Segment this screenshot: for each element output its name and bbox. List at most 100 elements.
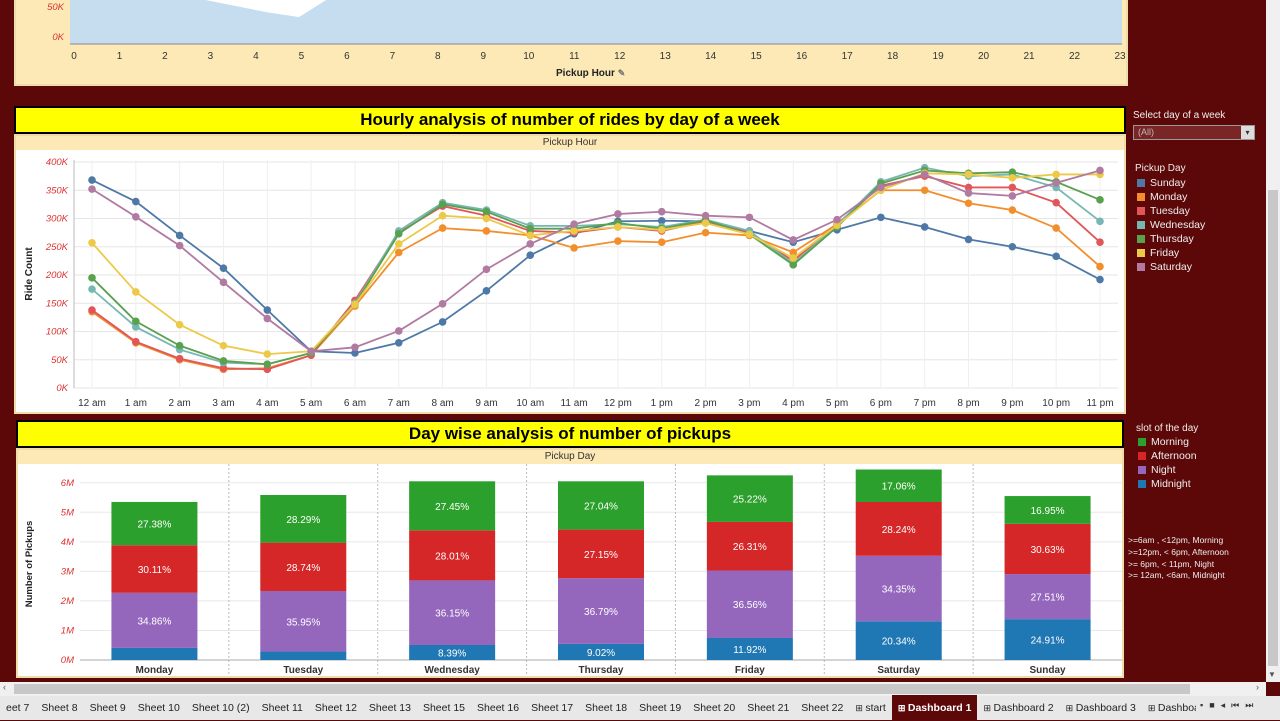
y-tick-label: 0K (56, 383, 68, 394)
pickup-day-legend-title: Pickup Day (1135, 163, 1186, 174)
scroll-left-arrow-icon[interactable]: ‹ (3, 682, 6, 692)
legend-label: Thursday (1150, 233, 1194, 245)
sheet-tab[interactable]: Sheet 17 (525, 695, 579, 721)
legend-item-saturday[interactable]: Saturday (1137, 260, 1205, 274)
bar-data-label: 36.15% (435, 609, 469, 620)
bar-data-label: 36.56% (733, 600, 767, 611)
sheet-tab[interactable]: Sheet 18 (579, 695, 633, 721)
x-tick-label: 11 pm (1086, 398, 1113, 409)
bar-data-label: 30.63% (1031, 545, 1065, 556)
sheet-tab[interactable]: ⊞ start (849, 695, 891, 721)
sheet-tab[interactable]: Sheet 15 (417, 695, 471, 721)
top-xtick: 16 (796, 51, 808, 62)
first-tab-icon[interactable]: ⏮ (1231, 700, 1239, 711)
data-point-monday (570, 244, 578, 252)
sheet-tab[interactable]: Sheet 12 (309, 695, 363, 721)
legend-item-monday[interactable]: Monday (1137, 190, 1205, 204)
top-xtick: 5 (299, 51, 305, 62)
legend-item-afternoon[interactable]: Afternoon (1138, 449, 1197, 463)
y-tick-label: 1M (61, 625, 74, 636)
data-point-saturday (1096, 166, 1104, 175)
horizontal-scrollbar[interactable]: ‹ › (0, 682, 1266, 696)
legend-item-wednesday[interactable]: Wednesday (1137, 218, 1205, 232)
sheet-tab[interactable]: Sheet 10 (2) (186, 695, 256, 721)
sheet-tab-label: Sheet 12 (314, 702, 357, 714)
daywise-stacked-bar-chart: 6M 5M 4M 3M 2M 1M 0M Number of Pickups 34.86% 30.… (24, 464, 1122, 676)
top-xtick: 19 (933, 51, 945, 62)
legend-item-tuesday[interactable]: Tuesday (1137, 204, 1205, 218)
prev-tab-icon[interactable]: ◂ (1221, 700, 1226, 711)
y-axis-title: Ride Count (24, 247, 35, 301)
chevron-down-icon[interactable]: ▾ (1241, 126, 1254, 139)
sheet-tab[interactable]: Sheet 13 (363, 695, 417, 721)
scroll-right-arrow-icon[interactable]: › (1256, 682, 1259, 692)
slot-note: >= 12am, <6am, Midnight (1128, 570, 1225, 581)
legend-swatch (1138, 480, 1146, 488)
data-point-sunday (1008, 242, 1017, 251)
sheet-tab[interactable]: eet 7 (0, 695, 35, 721)
sheet-tab[interactable]: ⊞ Dashboard 1 (891, 695, 978, 721)
sheet-tab[interactable]: ⊞ Dashboard 2 (977, 695, 1059, 721)
sheet-tab[interactable]: Sheet 11 (256, 695, 309, 721)
x-tick-label: 1 pm (651, 398, 673, 409)
data-point-friday (394, 240, 403, 248)
x-tick-label: 11 am (561, 398, 588, 409)
data-point-tuesday (1096, 238, 1104, 247)
daywise-title-text: Day wise analysis of number of pickups (408, 424, 732, 443)
top-xtick: 20 (978, 51, 990, 62)
top-xtick: 23 (1114, 51, 1126, 62)
legend-swatch (1137, 249, 1145, 257)
bar-data-label: 34.35% (882, 585, 916, 596)
legend-item-morning[interactable]: Morning (1138, 435, 1197, 449)
data-point-saturday (701, 211, 710, 220)
sheet-tab[interactable]: ⊞ Dashboard 3 (1060, 695, 1142, 721)
sheet-tab[interactable]: Sheet 21 (741, 695, 795, 721)
hourly-line-chart: 400K 350K 300K 250K 200K 150K 100K 50K 0K 12 am 1 … (24, 157, 1118, 409)
scroll-down-arrow-icon[interactable]: ▼ (1268, 670, 1276, 679)
legend-item-sunday[interactable]: Sunday (1137, 176, 1205, 190)
data-point-thursday (394, 229, 403, 238)
y-tick-label: 50K (51, 355, 69, 366)
data-point-thursday (526, 224, 535, 233)
y-tick-label: 150K (46, 298, 69, 309)
sheet-tab[interactable]: Sheet 22 (795, 695, 849, 721)
sheet-tab[interactable]: Sheet 9 (84, 695, 132, 721)
legend-swatch (1137, 263, 1145, 271)
grid-view-icon[interactable]: ■ (1209, 700, 1214, 711)
data-point-saturday (219, 278, 228, 287)
pin-icon[interactable]: ✎ (618, 68, 626, 78)
data-point-tuesday (88, 306, 96, 314)
legend-label: Saturday (1150, 261, 1193, 273)
bar-data-label: 27.38% (137, 520, 171, 531)
legend-item-friday[interactable]: Friday (1137, 246, 1205, 260)
data-point-saturday (964, 189, 973, 197)
data-point-friday (132, 288, 140, 296)
bar-data-label: 36.79% (584, 607, 618, 618)
vertical-scrollbar-thumb[interactable] (1268, 190, 1278, 666)
top-x-axis-title: Pickup Hour ✎ (556, 68, 625, 79)
sheet-tab[interactable]: Sheet 19 (633, 695, 687, 721)
bar-data-label: 27.45% (435, 502, 469, 513)
day-filter-dropdown[interactable]: (All) ▾ (1133, 125, 1255, 140)
legend-item-midnight[interactable]: Midnight (1138, 477, 1197, 491)
sheet-tab[interactable]: Sheet 16 (471, 695, 525, 721)
legend-label: Wednesday (1150, 219, 1206, 231)
data-point-sunday (175, 231, 184, 240)
legend-item-night[interactable]: Night (1138, 463, 1197, 477)
sheet-tab[interactable]: Sheet 8 (35, 695, 83, 721)
x-category-label: Friday (735, 665, 765, 676)
top-xtick: 1 (117, 51, 123, 62)
data-point-saturday (745, 213, 754, 222)
sheet-tab-label: Sheet 8 (41, 702, 78, 714)
sheet-tab[interactable]: Sheet 20 (687, 695, 741, 721)
tab-nav-controls: ▪ ■ ◂ ⏮ ⏭ (1196, 700, 1258, 711)
x-tick-label: 2 am (169, 398, 191, 409)
data-point-saturday (833, 215, 841, 224)
sheet-tab[interactable]: Sheet 10 (132, 695, 186, 721)
vertical-scrollbar[interactable]: ▼ (1266, 0, 1280, 682)
horizontal-scrollbar-thumb[interactable] (14, 684, 1190, 694)
dashboard-icon: ⊞ (1147, 703, 1158, 713)
legend-item-thursday[interactable]: Thursday (1137, 232, 1205, 246)
filmstrip-view-icon[interactable]: ▪ (1200, 700, 1203, 711)
last-tab-icon[interactable]: ⏭ (1245, 700, 1253, 711)
